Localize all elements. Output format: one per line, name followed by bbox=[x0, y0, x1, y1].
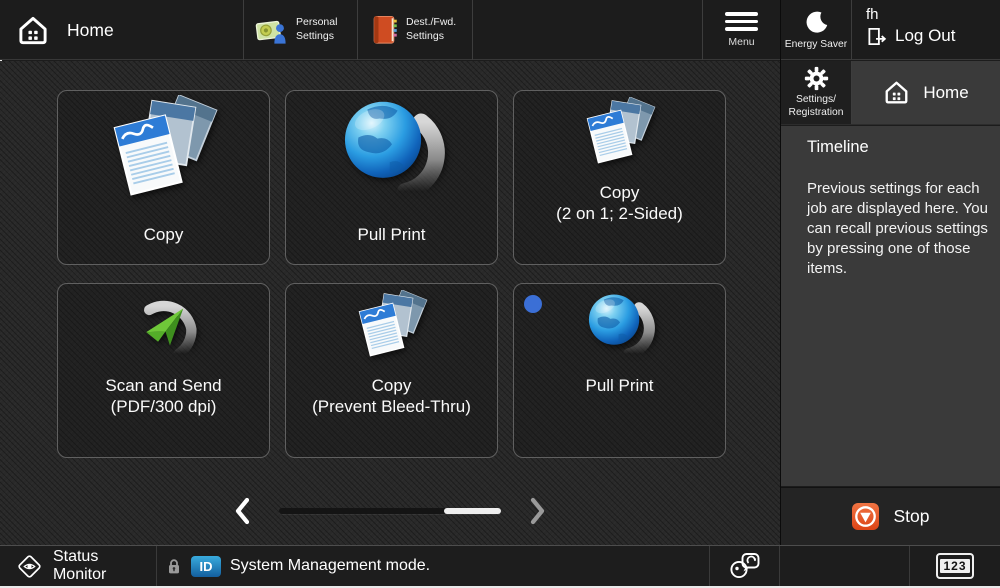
tile-copy[interactable]: Copy bbox=[57, 90, 270, 265]
counter-icon: 123 bbox=[936, 553, 973, 579]
personal-settings-button[interactable]: Personal Settings bbox=[243, 0, 357, 60]
counter-check-button[interactable]: 123 bbox=[909, 546, 1000, 586]
home-tiles-area: Copy Pull Print Copy (2 on 1; 2-Sided) S… bbox=[0, 61, 780, 545]
screen-title-label: Home bbox=[67, 20, 114, 41]
document-stack-icon bbox=[355, 290, 429, 364]
log-out-button[interactable]: fh Log Out bbox=[852, 0, 1000, 59]
page-navigation bbox=[0, 491, 780, 531]
settings-registration-button[interactable]: Settings/ Registration bbox=[781, 61, 852, 124]
tile-label: Copy (Prevent Bleed-Thru) bbox=[312, 376, 471, 417]
personal-button-indicator bbox=[524, 295, 542, 313]
right-panel-nav-row: Settings/ Registration Home bbox=[781, 61, 1000, 125]
tile-label: Pull Print bbox=[357, 225, 425, 246]
globe-icon bbox=[583, 290, 657, 364]
document-stack-icon bbox=[583, 97, 657, 171]
log-out-label: Log Out bbox=[895, 26, 956, 46]
user-name: fh bbox=[866, 6, 1000, 23]
voice-guide-icon bbox=[728, 551, 762, 581]
tile-label: Scan and Send (PDF/300 dpi) bbox=[105, 376, 221, 417]
dest-fwd-settings-label: Dest./Fwd. Settings bbox=[406, 16, 456, 43]
gear-icon bbox=[804, 66, 829, 91]
bottom-status-bar: Status Monitor ID System Management mode… bbox=[0, 545, 1000, 586]
moon-icon bbox=[804, 10, 829, 35]
address-book-icon bbox=[369, 14, 399, 46]
hamburger-icon bbox=[725, 12, 758, 31]
menu-button[interactable]: Menu bbox=[702, 0, 780, 60]
tile-pull-print-personal[interactable]: Pull Print bbox=[513, 283, 726, 458]
system-status-area: ID System Management mode. bbox=[157, 546, 709, 586]
log-out-icon bbox=[866, 27, 887, 46]
status-monitor-icon bbox=[16, 553, 43, 580]
home-icon bbox=[883, 80, 910, 105]
tile-label: Copy (2 on 1; 2-Sided) bbox=[556, 183, 683, 224]
lock-icon bbox=[166, 557, 182, 575]
menu-label: Menu bbox=[728, 36, 754, 48]
tile-pull-print[interactable]: Pull Print bbox=[285, 90, 498, 265]
top-bar: Home Personal Settings Dest./Fwd. Settin… bbox=[0, 0, 780, 60]
personal-settings-icon bbox=[255, 15, 289, 45]
dest-fwd-settings-button[interactable]: Dest./Fwd. Settings bbox=[357, 0, 473, 60]
counter-label: 123 bbox=[940, 559, 969, 573]
document-stack-icon bbox=[108, 95, 220, 207]
status-monitor-label: Status Monitor bbox=[53, 548, 156, 584]
tile-copy-prevent-bleed-thru[interactable]: Copy (Prevent Bleed-Thru) bbox=[285, 283, 498, 458]
status-monitor-button[interactable]: Status Monitor bbox=[0, 546, 157, 586]
timeline-title: Timeline bbox=[807, 138, 1000, 157]
home-nav-button[interactable]: Home bbox=[852, 61, 1000, 124]
stop-key-icon bbox=[852, 503, 879, 530]
tile-label: Copy bbox=[144, 225, 184, 246]
voice-guide-button[interactable] bbox=[709, 546, 779, 586]
home-nav-label: Home bbox=[923, 83, 968, 103]
printer-home-screen: Home Personal Settings Dest./Fwd. Settin… bbox=[0, 0, 1000, 588]
bottom-bar-spacer bbox=[779, 546, 909, 586]
paper-plane-icon bbox=[124, 290, 204, 364]
tile-label: Pull Print bbox=[585, 376, 653, 397]
energy-saver-button[interactable]: Energy Saver bbox=[781, 0, 852, 59]
stop-label: Stop bbox=[894, 506, 930, 527]
home-icon bbox=[16, 15, 50, 46]
right-panel-top-row: Energy Saver fh Log Out bbox=[781, 0, 1000, 60]
next-page-button[interactable] bbox=[527, 496, 547, 526]
personal-settings-label: Personal Settings bbox=[296, 16, 337, 43]
energy-saver-label: Energy Saver bbox=[785, 39, 847, 50]
globe-icon bbox=[336, 95, 448, 207]
timeline-panel: Timeline Previous settings for each job … bbox=[781, 126, 1000, 486]
timeline-description: Previous settings for each job are displ… bbox=[807, 179, 995, 279]
page-scrollbar-thumb[interactable] bbox=[444, 508, 501, 514]
id-badge: ID bbox=[191, 556, 221, 577]
system-message: System Management mode. bbox=[230, 557, 430, 575]
tile-scan-and-send[interactable]: Scan and Send (PDF/300 dpi) bbox=[57, 283, 270, 458]
right-panel: Energy Saver fh Log Out Settings/ Regist… bbox=[780, 0, 1000, 545]
screen-title: Home bbox=[16, 0, 114, 60]
tile-copy-2on1-2sided[interactable]: Copy (2 on 1; 2-Sided) bbox=[513, 90, 726, 265]
page-scrollbar[interactable] bbox=[279, 508, 501, 514]
previous-page-button[interactable] bbox=[233, 496, 253, 526]
settings-registration-label: Settings/ Registration bbox=[789, 94, 844, 120]
stop-button[interactable]: Stop bbox=[781, 487, 1000, 545]
